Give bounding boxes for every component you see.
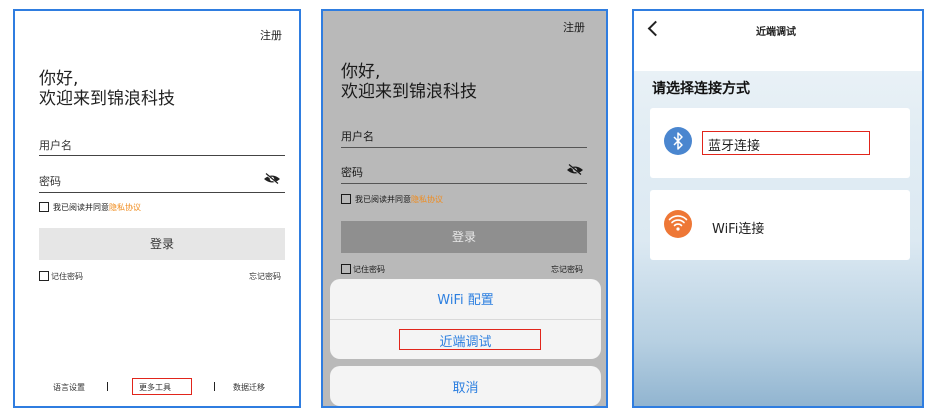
footer-divider: [107, 382, 108, 391]
username-field[interactable]: [341, 147, 587, 148]
language-settings-link[interactable]: 语言设置: [53, 382, 85, 393]
password-label: 密码: [39, 175, 61, 188]
greeting: 你好, 欢迎来到锦浪科技: [341, 62, 477, 102]
remember-checkbox[interactable]: [39, 271, 49, 281]
wifi-config-option[interactable]: WiFi 配置: [330, 289, 601, 308]
cancel-sheet: 取消: [330, 366, 601, 406]
username-label: 用户名: [341, 130, 374, 143]
agree-text: 我已阅读并同意隐私协议: [355, 194, 443, 205]
agree-label: 我已阅读并同意: [355, 195, 411, 204]
wifi-connect-card[interactable]: WiFi连接: [650, 190, 910, 260]
data-migration-link[interactable]: 数据迁移: [233, 382, 265, 393]
password-field[interactable]: [341, 183, 587, 184]
login-screen: 注册 你好, 欢迎来到锦浪科技 用户名 密码 我已阅读并同意隐私协议 登录 记住…: [13, 9, 301, 408]
nav-title: 近端调试: [756, 27, 796, 38]
register-link[interactable]: 注册: [260, 27, 282, 43]
highlight-box-more-tools: [132, 378, 192, 395]
eye-slash-icon[interactable]: [263, 173, 281, 185]
action-sheet: WiFi 配置 近端调试: [330, 279, 601, 359]
greeting-line1: 你好,: [341, 62, 381, 82]
greeting: 你好, 欢迎来到锦浪科技: [39, 69, 175, 109]
password-field[interactable]: [39, 192, 285, 193]
bluetooth-connect-card[interactable]: 蓝牙连接: [650, 108, 910, 178]
login-screen-with-action-sheet: 注册 你好, 欢迎来到锦浪科技 用户名 密码 我已阅读并同意隐私协议 登录 记住…: [321, 9, 608, 408]
agree-checkbox[interactable]: [39, 202, 49, 212]
register-link[interactable]: 注册: [563, 19, 585, 35]
eye-slash-icon[interactable]: [566, 164, 584, 176]
agree-checkbox[interactable]: [341, 194, 351, 204]
greeting-line1: 你好,: [39, 69, 79, 89]
sheet-divider: [330, 319, 601, 320]
bluetooth-icon: [664, 127, 692, 155]
highlight-box-near-debug: [399, 329, 541, 350]
greeting-line2: 欢迎来到锦浪科技: [39, 89, 175, 109]
greeting-line2: 欢迎来到锦浪科技: [341, 82, 477, 102]
footer-divider: [214, 382, 215, 391]
cancel-button[interactable]: 取消: [330, 377, 601, 396]
agree-text: 我已阅读并同意隐私协议: [53, 202, 141, 213]
login-button[interactable]: 登录: [39, 228, 285, 260]
password-label: 密码: [341, 166, 363, 179]
highlight-box-bluetooth: [702, 131, 870, 155]
remember-label: 记住密码: [51, 272, 83, 281]
login-button[interactable]: 登录: [341, 221, 587, 253]
forgot-password-link[interactable]: 忘记密码: [249, 271, 281, 282]
remember-checkbox[interactable]: [341, 264, 351, 274]
privacy-link[interactable]: 隐私协议: [109, 203, 141, 212]
forgot-password-link[interactable]: 忘记密码: [551, 264, 583, 275]
near-debug-screen: 近端调试 请选择连接方式 蓝牙连接 WiFi连接: [632, 9, 924, 408]
remember-label: 记住密码: [353, 265, 385, 274]
back-chevron-icon[interactable]: [647, 20, 664, 37]
username-label: 用户名: [39, 139, 72, 152]
agree-label: 我已阅读并同意: [53, 203, 109, 212]
section-heading: 请选择连接方式: [652, 81, 750, 97]
username-field[interactable]: [39, 155, 285, 156]
wifi-label: WiFi连接: [712, 222, 765, 237]
wifi-icon: [664, 210, 692, 238]
privacy-link[interactable]: 隐私协议: [411, 195, 443, 204]
